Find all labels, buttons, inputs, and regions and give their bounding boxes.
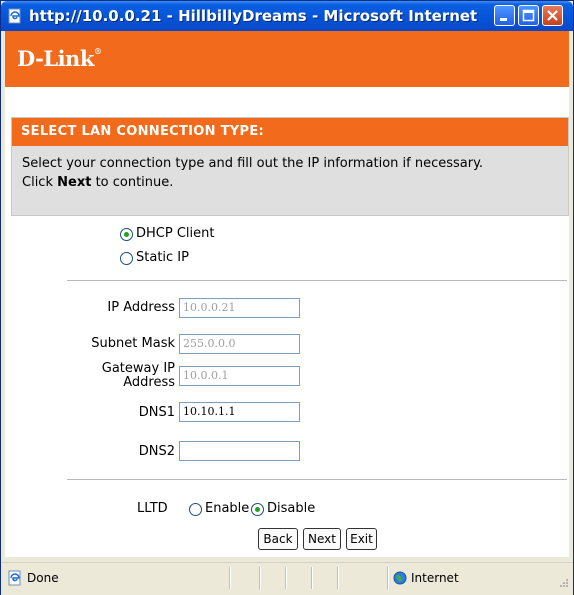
status-separator [311,567,313,589]
instruction-next-bold: Next [57,175,92,190]
section-title: SELECT LAN CONNECTION TYPE: [21,124,265,139]
lltd-disable-label[interactable]: Disable [267,501,315,516]
static-ip-radio[interactable] [120,252,133,265]
window-title: http://10.0.0.21 - HillbillyDreams - Mic… [29,7,479,25]
status-bar: Done Internet [1,562,573,595]
maximize-icon [522,9,535,22]
gateway-ip-field[interactable]: 10.0.0.1 [179,366,300,386]
subnet-mask-field[interactable]: 255.0.0.0 [179,334,300,354]
dhcp-client-radio[interactable] [120,228,133,241]
gateway-ip-label: Gateway IP Address [67,362,175,390]
brand-header: D-Link® [5,31,569,87]
dns1-label: DNS1 [138,405,175,420]
gateway-label-line-2: Address [123,375,175,390]
ip-address-field[interactable]: 10.0.0.21 [179,298,300,318]
instruction-post: to continue. [95,175,174,190]
close-button[interactable] [542,5,563,26]
minimize-icon [500,18,507,21]
divider-bottom [67,479,567,480]
exit-button[interactable]: Exit [346,528,377,550]
logo-text: D-Link [17,46,94,71]
dlink-logo: D-Link® [17,46,102,71]
title-bar[interactable]: http://10.0.0.21 - HillbillyDreams - Mic… [1,1,573,31]
ie-page-icon [8,8,21,24]
dhcp-client-label[interactable]: DHCP Client [136,226,214,241]
lltd-label: LLTD [137,501,168,516]
page-content: D-Link® SELECT LAN CONNECTION TYPE: Sele… [5,31,569,557]
zone-text: Internet [411,571,459,585]
gateway-label-line-1: Gateway IP [101,361,175,376]
status-separator [337,567,339,589]
close-icon [547,10,558,21]
lltd-disable-radio[interactable] [251,503,264,516]
instruction-line-1: Select your connection type and fill out… [22,156,484,171]
logo-registered-mark: ® [93,46,102,56]
lan-connection-section: SELECT LAN CONNECTION TYPE: Select your … [11,117,569,216]
dns2-label: DNS2 [138,444,175,459]
globe-icon [393,571,407,585]
section-header: SELECT LAN CONNECTION TYPE: [12,118,568,146]
ie-done-icon [8,570,21,586]
back-button[interactable]: Back [258,528,298,550]
status-separator [259,567,261,589]
lltd-enable-radio[interactable] [189,503,202,516]
status-separator [229,567,231,589]
lltd-enable-label[interactable]: Enable [205,501,249,516]
ip-address-label: IP Address [107,300,175,315]
radio-selected-dot [124,232,129,237]
subnet-mask-label: Subnet Mask [91,336,175,351]
dns2-field[interactable] [179,441,300,461]
resize-grip-icon[interactable] [556,577,570,591]
status-separator [387,567,389,589]
static-ip-label[interactable]: Static IP [136,250,189,265]
status-text: Done [27,571,59,585]
maximize-button[interactable] [518,5,539,26]
section-instructions: Select your connection type and fill out… [22,154,562,192]
radio-selected-dot [255,507,260,512]
browser-window: http://10.0.0.21 - HillbillyDreams - Mic… [0,0,574,595]
instruction-line-2: Click Next to continue. [22,173,562,192]
divider-top [67,280,567,281]
next-button[interactable]: Next [303,528,341,550]
minimize-button[interactable] [494,5,515,26]
instruction-pre: Click [22,175,53,190]
dns1-field[interactable]: 10.10.1.1 [179,402,300,422]
status-separator [285,567,287,589]
